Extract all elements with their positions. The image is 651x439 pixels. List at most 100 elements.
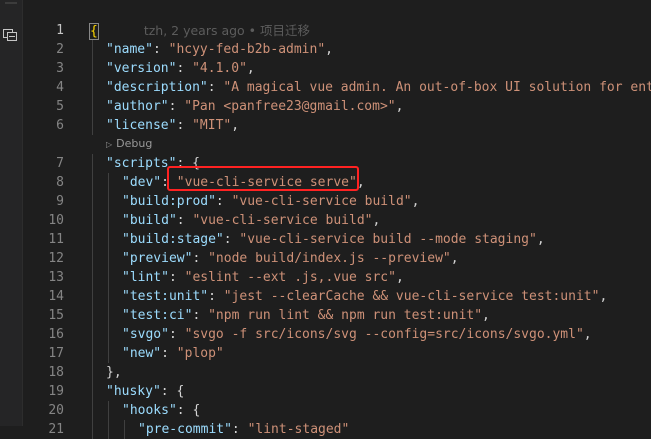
punctuation: , bbox=[246, 61, 255, 76]
json-key: "name" bbox=[106, 42, 153, 57]
line-number: 3 bbox=[56, 61, 64, 76]
activity-bar bbox=[0, 0, 23, 426]
punctuation: : bbox=[208, 289, 224, 304]
code-text: "license": "MIT", bbox=[106, 116, 239, 135]
indent-guide bbox=[92, 382, 93, 401]
code-line[interactable]: 15 "test:ci": "npm run lint && npm run te… bbox=[22, 306, 651, 325]
code-editor[interactable]: 1 {tzh, 2 years ago • 项目迁移 2 "name": "hcyy-… bbox=[22, 0, 651, 439]
code-line[interactable]: 16 "svgo": "svgo -f src/icons/svg --confi… bbox=[22, 325, 651, 344]
json-string: "A magical vue admin. An out-of-box UI s… bbox=[223, 80, 651, 95]
json-key: "build" bbox=[122, 213, 177, 228]
indent-guide bbox=[108, 401, 109, 420]
json-key: "pre-commit" bbox=[138, 422, 232, 437]
json-key: "build:prod" bbox=[122, 194, 216, 209]
json-key: "build:stage" bbox=[122, 232, 224, 247]
code-line[interactable]: 10 "build": "vue-cli-service build", bbox=[22, 211, 651, 230]
indent-guide bbox=[92, 401, 93, 420]
code-line[interactable]: 5 "author": "Pan <panfree23@gmail.com>", bbox=[22, 97, 651, 116]
indent-guide bbox=[92, 268, 93, 287]
code-text: "test:unit": "jest --clearCache && vue-c… bbox=[122, 287, 607, 306]
line-number: 11 bbox=[48, 232, 64, 247]
code-line[interactable]: 9 "build:prod": "vue-cli-service build", bbox=[22, 192, 651, 211]
line-number: 20 bbox=[48, 403, 64, 418]
code-line[interactable]: 2 "name": "hcyy-fed-b2b-admin", bbox=[22, 40, 651, 59]
json-string: "4.1.0" bbox=[192, 61, 247, 76]
line-number: 4 bbox=[56, 80, 64, 95]
code-line[interactable]: 21 "pre-commit": "lint-staged" bbox=[22, 420, 651, 439]
debug-codelens[interactable]: ▷ Debug bbox=[106, 135, 152, 152]
line-number: 14 bbox=[48, 289, 64, 304]
json-key: "svgo" bbox=[122, 327, 169, 342]
json-string: "jest --clearCache && vue-cli-service te… bbox=[223, 289, 600, 304]
punctuation: : bbox=[161, 346, 177, 361]
code-line[interactable]: 12 "preview": "node build/index.js --prev… bbox=[22, 249, 651, 268]
code-text: "build:prod": "vue-cli-service build", bbox=[122, 192, 419, 211]
json-string: "svgo -f src/icons/svg --config=src/icon… bbox=[184, 327, 584, 342]
line-number: 8 bbox=[56, 175, 64, 190]
json-string: "eslint --ext .js,.vue src" bbox=[184, 270, 396, 285]
line-number: 19 bbox=[48, 384, 64, 399]
code-line[interactable]: 19 "husky": { bbox=[22, 382, 651, 401]
indent-guide bbox=[92, 344, 93, 363]
code-line[interactable]: 11 "build:stage": "vue-cli-service build … bbox=[22, 230, 651, 249]
json-key: "test:unit" bbox=[122, 289, 209, 304]
code-line[interactable]: 20 "hooks": { bbox=[22, 401, 651, 420]
punctuation: : bbox=[231, 422, 248, 437]
punctuation: : bbox=[215, 194, 232, 209]
highlight-annotation-box bbox=[167, 166, 359, 191]
code-line[interactable]: 6 "license": "MIT", bbox=[22, 116, 651, 135]
indent-guide bbox=[92, 325, 93, 344]
line-number: 2 bbox=[56, 42, 64, 57]
code-text: "build": "vue-cli-service build", bbox=[122, 211, 380, 230]
punctuation: : bbox=[176, 61, 193, 76]
json-key: "version" bbox=[106, 61, 177, 76]
code-text: "pre-commit": "lint-staged" bbox=[138, 420, 349, 439]
punctuation: : { bbox=[160, 384, 185, 399]
code-text: "version": "4.1.0", bbox=[106, 59, 255, 78]
code-line[interactable]: 14 "test:unit": "jest --clearCache && vue… bbox=[22, 287, 651, 306]
code-text: "lint": "eslint --ext .js,.vue src", bbox=[122, 268, 404, 287]
code-text: "hooks": { bbox=[122, 401, 200, 420]
indent-guide bbox=[92, 173, 93, 192]
indent-guide bbox=[92, 420, 93, 439]
indent-guide bbox=[92, 78, 93, 97]
code-line[interactable]: 1 {tzh, 2 years ago • 项目迁移 bbox=[22, 21, 651, 40]
json-key: "preview" bbox=[122, 251, 193, 266]
indent-guide bbox=[92, 59, 93, 78]
split-editor-icon[interactable] bbox=[2, 26, 18, 42]
line-number: 10 bbox=[48, 213, 64, 228]
indent-guide bbox=[108, 173, 109, 192]
punctuation: , bbox=[325, 42, 333, 57]
indent-guide bbox=[92, 306, 93, 325]
git-blame-annotation: tzh, 2 years ago • 项目迁移 bbox=[143, 23, 311, 38]
line-number: 5 bbox=[56, 99, 64, 114]
code-text: "preview": "node build/index.js --previe… bbox=[122, 249, 459, 268]
code-text: "svgo": "svgo -f src/icons/svg --config=… bbox=[122, 325, 592, 344]
indent-guide bbox=[92, 154, 93, 173]
json-key: "new" bbox=[122, 346, 162, 361]
punctuation: : bbox=[192, 251, 209, 266]
indent-guide bbox=[92, 40, 93, 59]
code-text: "new": "plop" bbox=[122, 344, 224, 363]
punctuation: : bbox=[168, 99, 185, 114]
code-line[interactable]: 17 "new": "plop" bbox=[22, 344, 651, 363]
json-string: "vue-cli-service build --mode staging" bbox=[239, 232, 537, 247]
indent-guide bbox=[92, 97, 93, 116]
punctuation: , bbox=[599, 289, 608, 304]
code-line[interactable]: 13 "lint": "eslint --ext .js,.vue src", bbox=[22, 268, 651, 287]
line-number: 6 bbox=[56, 118, 64, 133]
line-number: 21 bbox=[48, 422, 64, 437]
opening-brace: { bbox=[89, 23, 99, 40]
code-text: "name": "hcyy-fed-b2b-admin", bbox=[106, 40, 333, 59]
punctuation: : bbox=[176, 213, 193, 228]
line-number: 16 bbox=[48, 327, 64, 342]
json-key: "author" bbox=[106, 99, 169, 114]
line-number: 9 bbox=[56, 194, 64, 209]
indent-guide bbox=[92, 249, 93, 268]
code-line[interactable]: 4 "description": "A magical vue admin. An… bbox=[22, 78, 651, 97]
code-line[interactable]: 18}, bbox=[22, 363, 651, 382]
indent-guide bbox=[108, 306, 109, 325]
indent-guide bbox=[108, 420, 109, 439]
json-string: "plop" bbox=[176, 346, 224, 361]
code-line[interactable]: 3 "version": "4.1.0", bbox=[22, 59, 651, 78]
